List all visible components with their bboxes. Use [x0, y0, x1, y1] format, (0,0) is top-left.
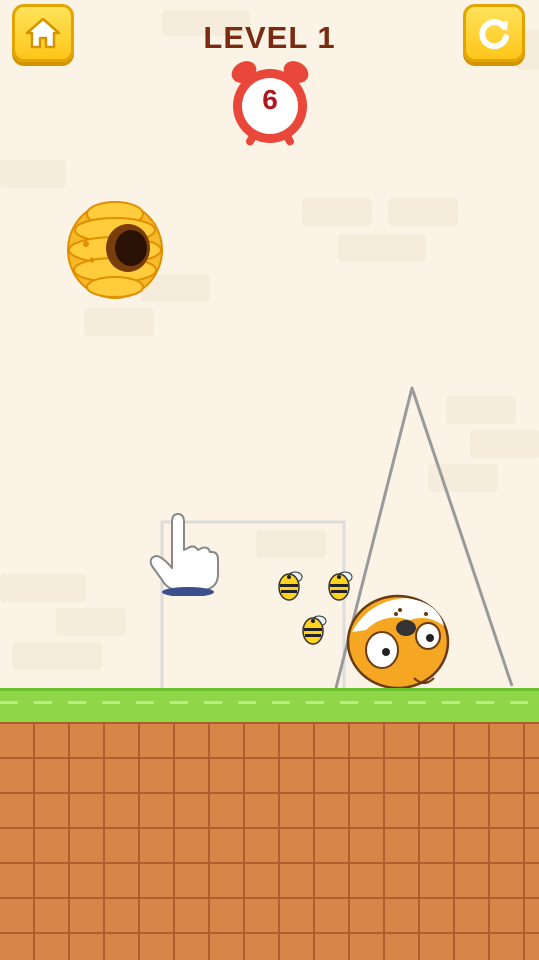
beehive [67, 201, 163, 299]
background-brick [0, 160, 66, 188]
ground [0, 688, 539, 960]
background-brick [338, 234, 426, 262]
background-brick [256, 530, 326, 558]
dirt-bricks [0, 722, 539, 960]
bee [302, 615, 327, 645]
dog-character [346, 594, 450, 690]
restart-button[interactable] [463, 4, 525, 62]
grass-strip [0, 688, 539, 725]
background-brick [446, 396, 516, 424]
hand-pointer-icon [149, 513, 219, 596]
restart-icon [479, 19, 509, 50]
level-title: LEVEL 1 [203, 20, 336, 55]
background-brick [302, 198, 372, 226]
background-brick [84, 308, 154, 336]
background-brick [56, 608, 126, 636]
background-brick [470, 430, 539, 458]
background-brick [428, 464, 498, 492]
bee [278, 571, 303, 601]
timer-value: 6 [262, 84, 278, 115]
background-brick [12, 642, 102, 670]
background-brick [388, 198, 458, 226]
background-brick [0, 574, 86, 602]
